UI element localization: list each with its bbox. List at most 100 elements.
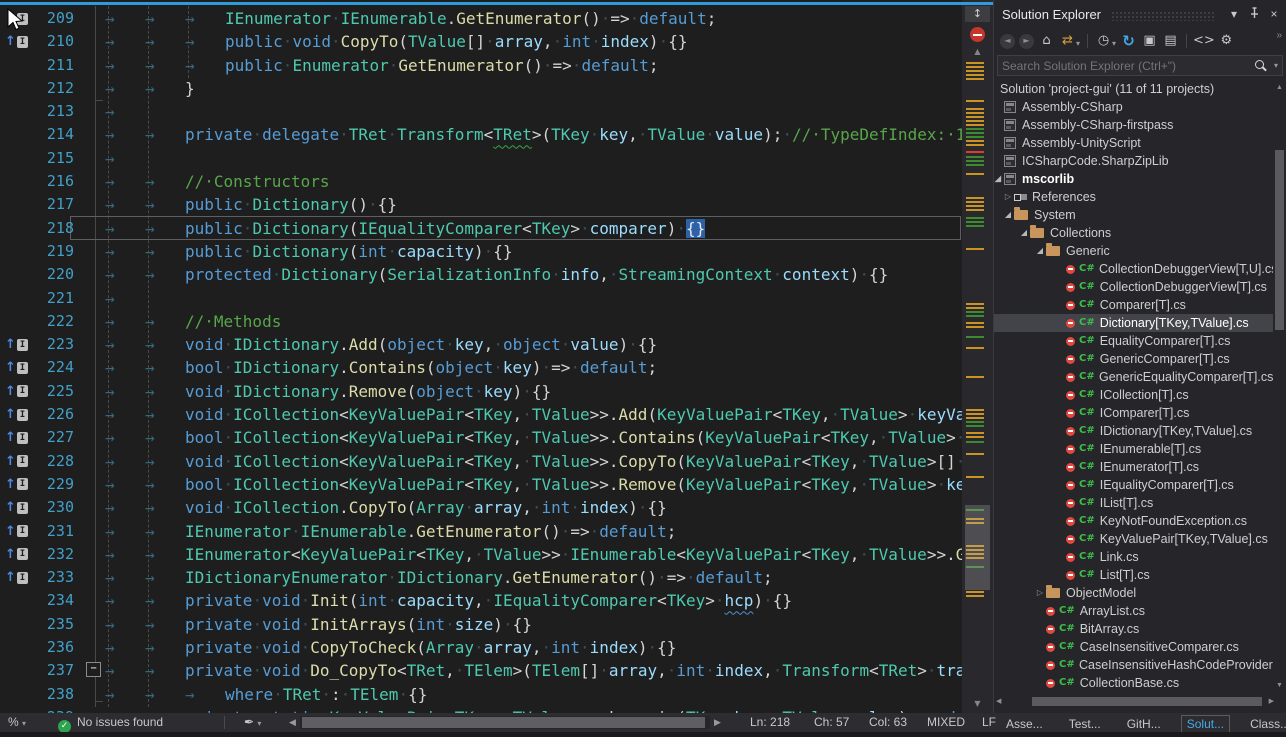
code-line[interactable]: 217→→public·Dictionary()·{} [0, 193, 962, 216]
code-line[interactable]: 224↑I→→bool·IDictionary.Contains(object·… [0, 356, 962, 379]
code-line[interactable]: 235→→private·void·InitArrays(int·size)·{… [0, 613, 962, 636]
dock-tab-gith[interactable]: GitH... [1121, 715, 1167, 733]
code-line[interactable]: 233↑I→→IDictionaryEnumerator·IDictionary… [0, 566, 962, 589]
implements-interface-icon[interactable]: ↑I [5, 454, 28, 469]
tree-item-generic[interactable]: ◢Generic [994, 242, 1273, 260]
tree-vertical-scrollbar[interactable]: ▲ ▼ [1274, 82, 1285, 694]
home-icon[interactable]: ⌂ [1037, 32, 1056, 50]
implements-interface-icon[interactable]: ↑I [5, 524, 28, 539]
code-line[interactable]: 222→→//·Methods [0, 310, 962, 333]
tree-item-bitarray-cs[interactable]: C#BitArray.cs [994, 620, 1273, 638]
scroll-left-arrow-icon[interactable]: ◀ [289, 713, 296, 732]
code-line[interactable]: 212→→} [0, 77, 962, 100]
forward-icon[interactable]: ► [1019, 34, 1034, 49]
tree-item-list-t-cs[interactable]: C#List[T].cs [994, 566, 1273, 584]
code-line[interactable]: 228↑I→→void·ICollection<KeyValuePair<TKe… [0, 450, 962, 473]
implements-interface-icon[interactable]: ↑I [5, 407, 28, 422]
dock-tab-test[interactable]: Test... [1063, 715, 1107, 733]
tree-item-caseinsensitivehashcodeprovider-cs[interactable]: C#CaseInsensitiveHashCodeProvider.cs [994, 656, 1273, 674]
scroll-right-arrow-icon[interactable]: ▶ [714, 713, 721, 732]
code-line[interactable]: 227↑I→→bool·ICollection<KeyValuePair<TKe… [0, 426, 962, 449]
close-icon[interactable]: × [1266, 7, 1282, 21]
scroll-down-arrow-icon[interactable]: ▼ [962, 700, 993, 708]
code-line[interactable]: 229↑I→→bool·ICollection<KeyValuePair<TKe… [0, 473, 962, 496]
preview-selected-items-icon[interactable]: ▤ [1161, 32, 1180, 50]
dock-tab-class[interactable]: Class... [1244, 715, 1286, 733]
pending-changes-filter-icon[interactable]: ◷ [1094, 32, 1113, 50]
implements-interface-icon[interactable]: ↑I [5, 337, 28, 352]
document-health-error-icon[interactable] [970, 27, 985, 42]
scroll-left-arrow-icon[interactable]: ◀ [996, 697, 1001, 705]
implements-interface-icon[interactable]: ↑I [5, 384, 28, 399]
code-line[interactable]: 216→→//·Constructors [0, 170, 962, 193]
implements-interface-icon[interactable]: ↑I [5, 360, 28, 375]
code-line[interactable]: 221→ [0, 287, 962, 310]
code-line[interactable]: 226↑I→→void·ICollection<KeyValuePair<TKe… [0, 403, 962, 426]
collapse-all-icon[interactable]: ▣ [1140, 32, 1159, 50]
tree-item-icomparer-t-cs[interactable]: C#IComparer[T].cs [994, 404, 1273, 422]
tree-item-collectiondebuggerview-t-u-cs[interactable]: C#CollectionDebuggerView[T,U].cs [994, 260, 1273, 278]
tree-item-ienumerable-t-cs[interactable]: C#IEnumerable[T].cs [994, 440, 1273, 458]
refresh-icon[interactable]: ↻ [1119, 32, 1138, 50]
editor-vertical-scrollbar[interactable]: ↕ ▲ ▼ [962, 0, 993, 713]
implements-interface-icon[interactable]: ↑I [5, 34, 28, 49]
tree-item-genericcomparer-t-cs[interactable]: C#GenericComparer[T].cs [994, 350, 1273, 368]
char-indicator[interactable]: Ch: 57 [814, 713, 849, 732]
code-line[interactable]: 218→→public·Dictionary(IEqualityComparer… [0, 217, 962, 240]
formatting-marks-control[interactable]: ✒ ▾ [244, 713, 261, 732]
horizontal-scroll-thumb[interactable] [1032, 697, 1262, 706]
code-line[interactable]: 211→→→public·Enumerator·GetEnumerator()·… [0, 54, 962, 77]
code-editor[interactable]: 209↑I→→→IEnumerator·IEnumerable.GetEnume… [0, 0, 993, 713]
collapse-arrow-icon[interactable]: ◢ [1034, 242, 1046, 260]
code-line[interactable]: 238→→→where·TRet·:·TElem·{} [0, 683, 962, 706]
split-editor-handle[interactable]: ↕ [965, 6, 990, 22]
code-line[interactable]: 210↑I→→→public·void·CopyTo(TValue[]·arra… [0, 30, 962, 53]
tree-item-idictionary-tkey-tvalue-cs[interactable]: C#IDictionary[TKey,TValue].cs [994, 422, 1273, 440]
implements-interface-icon[interactable]: ↑I [5, 500, 28, 515]
tree-item-ilist-t-cs[interactable]: C#IList[T].cs [994, 494, 1273, 512]
code-line[interactable]: 220→→protected·Dictionary(SerializationI… [0, 263, 962, 286]
tree-item-dictionary-tkey-tvalue-cs[interactable]: C#Dictionary[TKey,TValue].cs [994, 314, 1273, 332]
code-line[interactable]: 236→→private·void·CopyToCheck(Array·arra… [0, 636, 962, 659]
eol-indicator[interactable]: LF [982, 713, 996, 732]
tree-item-arraylist-cs[interactable]: C#ArrayList.cs [994, 602, 1273, 620]
code-line[interactable]: 237→→private·void·Do_CopyTo<TRet,·TElem>… [0, 659, 962, 682]
tree-item-collectionbase-cs[interactable]: C#CollectionBase.cs [994, 674, 1273, 692]
vertical-scroll-thumb[interactable] [965, 505, 990, 590]
tree-item-assembly-csharp-firstpass[interactable]: Assembly-CSharp-firstpass [994, 116, 1273, 134]
code-line[interactable]: 230↑I→→void·ICollection.CopyTo(Array·arr… [0, 496, 962, 519]
tree-item-assembly-unityscript[interactable]: Assembly-UnityScript [994, 134, 1273, 152]
code-line[interactable]: 232↑I→→IEnumerator<KeyValuePair<TKey,·TV… [0, 543, 962, 566]
code-line[interactable]: 215→ [0, 147, 962, 170]
code-line[interactable]: 213→ [0, 100, 962, 123]
collapse-arrow-icon[interactable]: ◢ [1002, 206, 1014, 224]
tree-item-keyvaluepair-tkey-tvalue-cs[interactable]: C#KeyValuePair[TKey,TValue].cs [994, 530, 1273, 548]
tree-item-link-cs[interactable]: C#Link.cs [994, 548, 1273, 566]
tree-item-keynotfoundexception-cs[interactable]: C#KeyNotFoundException.cs [994, 512, 1273, 530]
tree-item-references[interactable]: ▷References [994, 188, 1273, 206]
tree-horizontal-scrollbar[interactable]: ◀ ▶ [996, 696, 1274, 707]
chevron-down-icon[interactable]: ▾ [1112, 39, 1116, 48]
tree-item-ienumerator-t-cs[interactable]: C#IEnumerator[T].cs [994, 458, 1273, 476]
tree-item-mscorlib[interactable]: ◢mscorlib [994, 170, 1273, 188]
search-icon[interactable] [1252, 58, 1270, 74]
code-line[interactable]: 223↑I→→void·IDictionary.Add(object·key,·… [0, 333, 962, 356]
code-line[interactable]: 209↑I→→→IEnumerator·IEnumerable.GetEnume… [0, 7, 962, 30]
search-box[interactable]: ▾ [997, 55, 1283, 76]
search-input[interactable] [998, 59, 1252, 73]
implements-interface-icon[interactable]: ↑I [5, 430, 28, 445]
scroll-up-arrow-icon[interactable]: ▲ [962, 48, 993, 56]
issues-status[interactable]: ✓No issues found [58, 713, 163, 732]
zoom-level-control[interactable]: % ▾ [8, 713, 26, 732]
tree-item-genericequalitycomparer-t-cs[interactable]: C#GenericEqualityComparer[T].cs [994, 368, 1273, 386]
dock-tab-solut[interactable]: Solut... [1181, 715, 1230, 733]
vertical-scroll-thumb[interactable] [1275, 150, 1284, 330]
tree-item-iequalitycomparer-t-cs[interactable]: C#IEqualityComparer[T].cs [994, 476, 1273, 494]
tree-item-caseinsensitivecomparer-cs[interactable]: C#CaseInsensitiveComparer.cs [994, 638, 1273, 656]
tree-item-system[interactable]: ◢System [994, 206, 1273, 224]
code-line[interactable]: 225↑I→→void·IDictionary.Remove(object·ke… [0, 380, 962, 403]
tree-item-equalitycomparer-t-cs[interactable]: C#EqualityComparer[T].cs [994, 332, 1273, 350]
search-options-caret-icon[interactable]: ▾ [1270, 61, 1282, 70]
fold-collapse-button[interactable]: − [86, 662, 101, 677]
toolbar-overflow-icon[interactable]: » [1276, 30, 1282, 41]
